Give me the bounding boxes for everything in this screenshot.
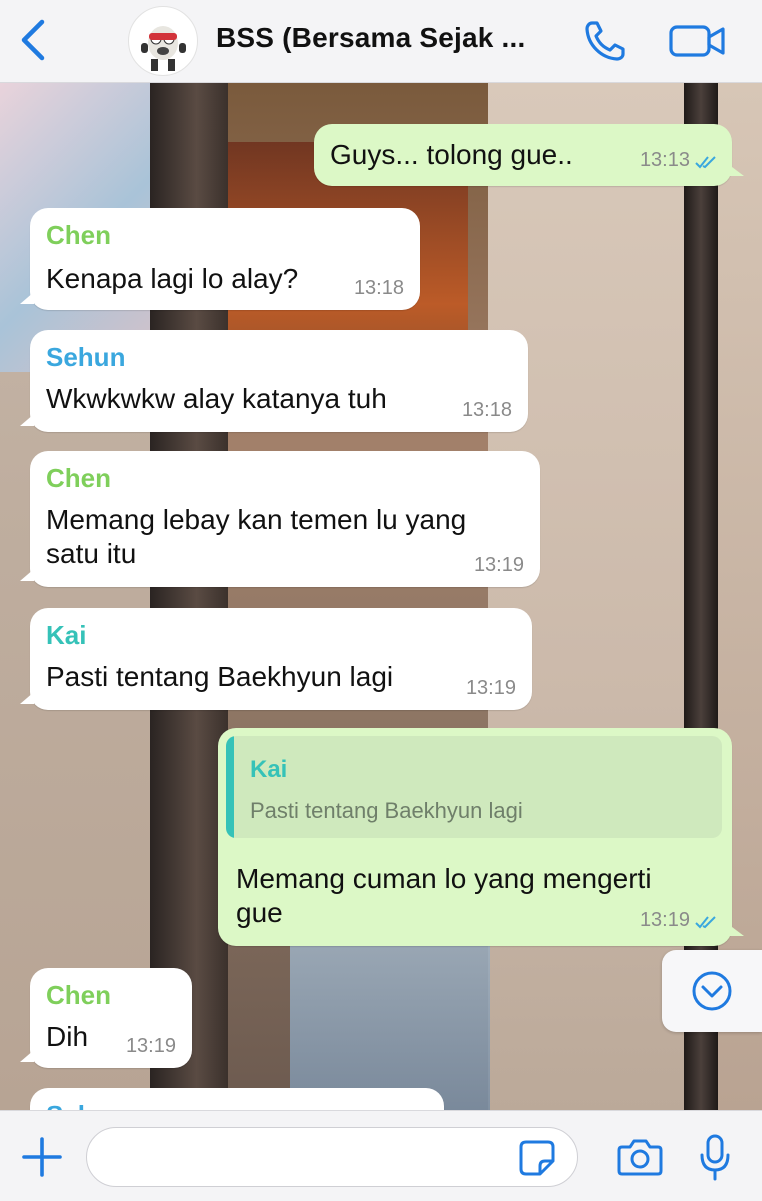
double-check-icon (695, 156, 716, 169)
outgoing-message[interactable]: Guys... tolong gue.. 13:13 (314, 124, 744, 186)
message-text: Wkwkwkw alay katanya tuh (46, 383, 387, 414)
message-text: Pasti tentang Baekhyun lagi (46, 661, 394, 692)
sender-name: Chen (46, 980, 111, 1010)
quoted-sender: Kai (250, 756, 288, 783)
message-time: 13:18 (461, 399, 512, 421)
phone-icon[interactable] (582, 18, 628, 64)
message-time: 13:19 (125, 1035, 176, 1057)
back-chevron-icon[interactable] (14, 18, 54, 62)
message-time: 13:18 (353, 277, 404, 299)
quoted-text: Pasti tentang Baekhyun lagi (250, 798, 523, 823)
incoming-message[interactable]: Chen Dih 13:19 (20, 968, 192, 1068)
chevron-down-circle-icon (692, 971, 732, 1011)
outgoing-reply-message[interactable]: Kai Pasti tentang Baekhyun lagi Memang c… (218, 728, 744, 946)
chat-title[interactable]: BSS (Bersama Sejak ... (216, 22, 566, 54)
microphone-icon[interactable] (698, 1133, 732, 1183)
sender-name: Chen (46, 220, 111, 250)
message-time: 13:19 (473, 554, 524, 576)
message-input[interactable] (86, 1127, 578, 1187)
message-text-line: Memang lebay kan temen lu yang (46, 504, 467, 535)
message-text-line: Memang cuman lo yang mengerti (236, 863, 652, 894)
sender-name: Sehun (46, 342, 126, 372)
message-text: Dih (46, 1021, 89, 1052)
video-camera-icon[interactable] (668, 22, 728, 60)
message-time: 13:19 (639, 909, 690, 931)
message-text-line: satu itu (46, 538, 137, 569)
incoming-message[interactable]: Kai Pasti tentang Baekhyun lagi 13:19 (20, 608, 532, 710)
camera-icon[interactable] (616, 1137, 664, 1177)
incoming-message[interactable]: Chen Kenapa lagi lo alay? 13:18 (20, 208, 420, 310)
plus-icon[interactable] (20, 1135, 64, 1179)
chat-header: BSS (Bersama Sejak ... (0, 0, 762, 83)
message-time: 13:19 (465, 677, 516, 699)
double-check-icon (695, 916, 716, 929)
incoming-message[interactable]: Chen Memang lebay kan temen lu yang satu… (20, 451, 540, 587)
message-time: 13:13 (639, 149, 690, 171)
message-text: Guys... tolong gue.. (330, 139, 573, 170)
incoming-message[interactable]: Sehun Wkwkwkw alay katanya tuh 13:18 (20, 330, 528, 432)
sender-name: Kai (46, 620, 87, 650)
sender-name: Chen (46, 463, 111, 493)
quoted-message[interactable]: Kai Pasti tentang Baekhyun lagi (226, 736, 722, 838)
message-text: Kenapa lagi lo alay? (46, 263, 299, 294)
sticker-icon[interactable] (518, 1139, 556, 1177)
message-text-line: gue (236, 897, 283, 928)
message-composer (0, 1110, 762, 1201)
group-avatar[interactable] (128, 6, 198, 76)
scroll-to-bottom-button[interactable] (662, 950, 762, 1032)
